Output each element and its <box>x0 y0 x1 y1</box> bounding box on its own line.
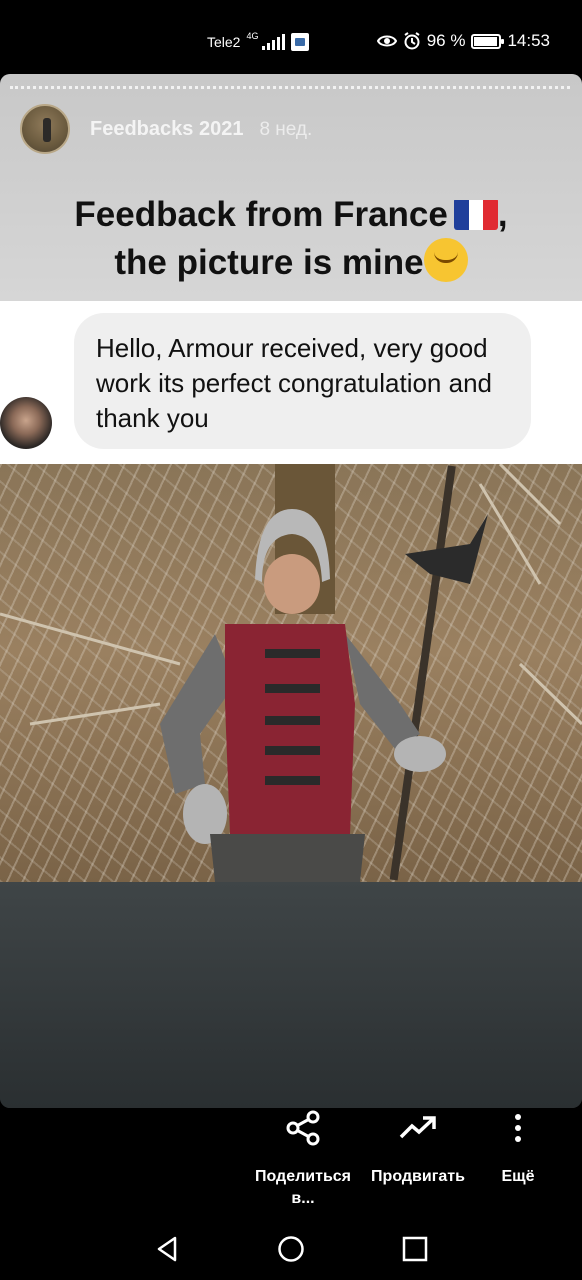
status-left: Tele2 4G <box>207 31 310 51</box>
headline-line1: Feedback from France <box>74 195 448 234</box>
headline-line2: the picture is mine <box>114 243 424 282</box>
more-vertical-icon <box>498 1108 538 1148</box>
story-username[interactable]: Feedbacks 2021 <box>90 118 243 141</box>
more-label: Ещё <box>501 1168 535 1185</box>
recents-square-icon[interactable] <box>400 1234 430 1264</box>
status-bar: Tele2 4G 96 % 14:53 <box>0 0 582 74</box>
alarm-icon <box>404 32 420 50</box>
trending-up-icon <box>398 1108 438 1148</box>
story-header-area: Feedbacks 2021 8 нед. Feedback from Fran… <box>0 74 582 301</box>
story-headline: Feedback from France, the picture is min… <box>74 195 508 282</box>
france-flag-icon <box>453 198 498 230</box>
story-avatar[interactable] <box>20 104 70 154</box>
eye-icon <box>376 35 397 47</box>
story-header: Feedbacks 2021 8 нед. <box>20 104 312 154</box>
share-button[interactable]: Поделиться в... <box>250 1108 356 1210</box>
chat-screenshot: Hello, Armour received, very good work i… <box>0 301 582 464</box>
notification-app-icon <box>291 33 310 51</box>
more-button[interactable]: Ещё <box>490 1108 546 1188</box>
home-circle-icon[interactable] <box>276 1234 306 1264</box>
sender-avatar <box>0 397 52 449</box>
battery-icon <box>471 33 505 49</box>
story-progress-bar <box>10 86 570 90</box>
armour-photo <box>0 464 582 882</box>
share-icon <box>283 1108 323 1148</box>
promote-button[interactable]: Продвигать <box>366 1108 470 1188</box>
network-type: 4G <box>246 31 259 41</box>
photo-illustration <box>0 464 582 882</box>
signal-icon <box>262 34 286 50</box>
system-nav-bar <box>0 1222 582 1280</box>
screen: Tele2 4G 96 % 14:53 Feedbacks 2021 8 нед… <box>0 0 582 1280</box>
clock: 14:53 <box>507 31 550 50</box>
back-triangle-icon[interactable] <box>153 1234 183 1264</box>
story-card[interactable]: Feedbacks 2021 8 нед. Feedback from Fran… <box>0 74 582 1108</box>
story-time-ago: 8 нед. <box>259 118 313 140</box>
promote-label: Продвигать <box>371 1168 465 1185</box>
hugging-face-icon <box>423 238 468 282</box>
message-bubble: Hello, Armour received, very good work i… <box>74 313 531 449</box>
status-right: 96 % 14:53 <box>376 31 550 51</box>
battery-percent: 96 % <box>426 31 466 50</box>
story-actions: Поделиться в... Продвигать Ещё <box>0 1108 582 1218</box>
share-label: Поделиться в... <box>254 1168 352 1207</box>
carrier-label: Tele2 <box>207 34 241 50</box>
story-bottom-fill <box>0 882 582 1108</box>
